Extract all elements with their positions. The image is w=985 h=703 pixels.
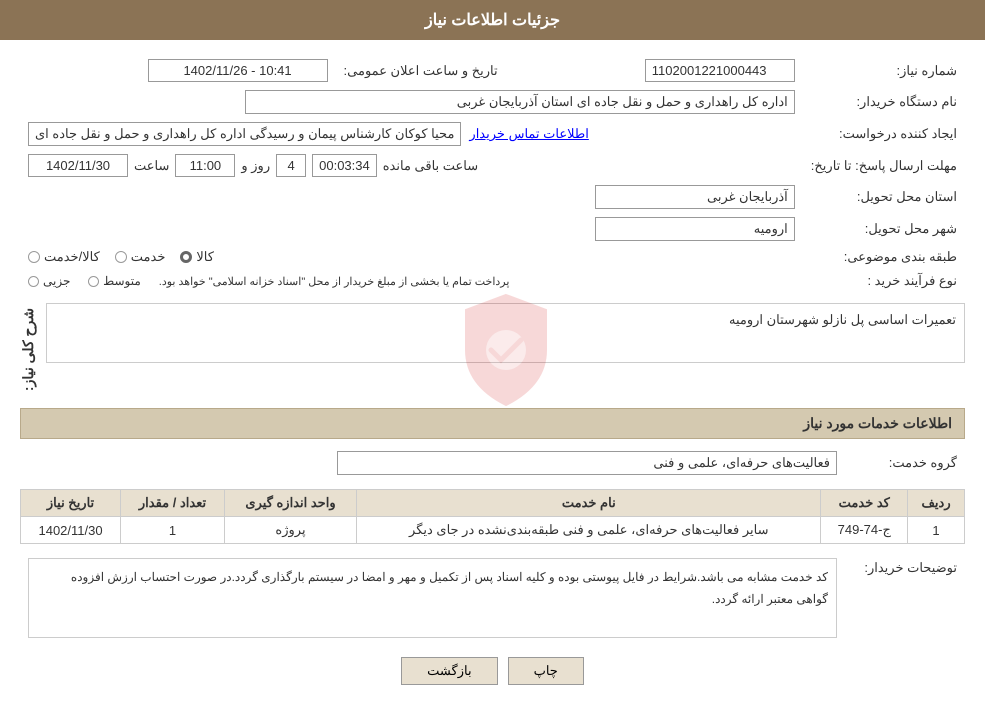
service-group-label: گروه خدمت:	[845, 447, 965, 479]
purchase-note: پرداخت تمام یا بخشی از مبلغ خریدار از مح…	[159, 275, 510, 288]
purchase-type-row: نوع فرآیند خرید : جزیی متوسط پرداخت تمام…	[20, 269, 965, 293]
col-code: کد خدمت	[821, 490, 908, 517]
back-button[interactable]: بازگشت	[401, 657, 497, 685]
creator-label: ایجاد کننده درخواست:	[803, 118, 965, 150]
deadline-time-box: 11:00	[175, 154, 235, 177]
content-area: شماره نیاز: 1102001221000443 تاریخ و ساع…	[0, 40, 985, 700]
category-option-kala: کالا	[180, 249, 214, 265]
services-section-title: اطلاعات خدمات مورد نیاز	[20, 408, 965, 439]
table-row: 1ج-74-749سایر فعالیت‌های حرفه‌ای، علمی و…	[21, 517, 965, 544]
deadline-value: 1402/11/30 ساعت 11:00 روز و 4 00:03:34 س…	[20, 150, 803, 181]
need-number-box: 1102001221000443	[645, 59, 795, 82]
need-number-row: شماره نیاز: 1102001221000443 تاریخ و ساع…	[20, 55, 965, 86]
city-box: ارومیه	[595, 217, 795, 241]
city-value: ارومیه	[20, 213, 803, 245]
province-row: استان محل تحویل: آذربایجان غربی	[20, 181, 965, 213]
table-cell-unit: پروژه	[224, 517, 356, 544]
buyer-notes-value: کد خدمت مشابه می باشد.شرایط در فایل پیوس…	[20, 554, 845, 642]
category-options: کالا/خدمت خدمت کالا	[20, 245, 803, 269]
info-table: شماره نیاز: 1102001221000443 تاریخ و ساع…	[20, 55, 965, 293]
deadline-row: مهلت ارسال پاسخ: تا تاریخ: 1402/11/30 سا…	[20, 150, 965, 181]
city-row: شهر محل تحویل: ارومیه	[20, 213, 965, 245]
services-table-header: ردیف کد خدمت نام خدمت واحد اندازه گیری ت…	[21, 490, 965, 517]
deadline-remaining-label: ساعت باقی مانده	[383, 158, 478, 174]
category-label-kala-khedmat: کالا/خدمت	[44, 249, 100, 265]
deadline-remaining-box: 00:03:34	[312, 154, 377, 177]
table-cell-date: 1402/11/30	[21, 517, 121, 544]
category-radio-group: کالا/خدمت خدمت کالا	[28, 249, 795, 265]
need-number-label: شماره نیاز:	[803, 55, 965, 86]
purchase-type-label: نوع فرآیند خرید :	[803, 269, 965, 293]
category-option-kala-khedmat: کالا/خدمت	[28, 249, 100, 265]
buyer-org-box: اداره کل راهداری و حمل و نقل جاده ای است…	[245, 90, 795, 114]
category-label-kala: کالا	[196, 249, 214, 265]
purchase-type-radio-group: جزیی متوسط	[28, 274, 144, 288]
deadline-time-label: ساعت	[134, 158, 169, 174]
province-value: آذربایجان غربی	[20, 181, 803, 213]
services-table: ردیف کد خدمت نام خدمت واحد اندازه گیری ت…	[20, 489, 965, 544]
col-date: تاریخ نیاز	[21, 490, 121, 517]
radio-khedmat	[115, 251, 127, 263]
service-group-value: فعالیت‌های حرفه‌ای، علمی و فنی	[20, 447, 845, 479]
service-group-box[interactable]: فعالیت‌های حرفه‌ای، علمی و فنی	[337, 451, 837, 475]
purchase-type-motavasset: متوسط	[103, 274, 141, 288]
deadline-days-box: 4	[276, 154, 306, 177]
category-label: طبقه بندی موضوعی:	[803, 245, 965, 269]
announcement-box: 1402/11/26 - 10:41	[148, 59, 328, 82]
buyer-notes-box: کد خدمت مشابه می باشد.شرایط در فایل پیوس…	[28, 558, 837, 638]
table-cell-row: 1	[908, 517, 965, 544]
page-title: جزئیات اطلاعات نیاز	[425, 12, 560, 29]
buyer-notes-row: توضیحات خریدار: کد خدمت مشابه می باشد.شر…	[20, 554, 965, 642]
radio-motavasset	[88, 276, 99, 287]
creator-box: محیا کوکان کارشناس پیمان و رسیدگی اداره …	[28, 122, 461, 146]
services-header-row: ردیف کد خدمت نام خدمت واحد اندازه گیری ت…	[21, 490, 965, 517]
description-content: تعمیرات اساسی پل نازلو شهرستان ارومیه	[46, 303, 965, 363]
category-label-khedmat: خدمت	[131, 249, 166, 265]
table-cell-quantity: 1	[121, 517, 225, 544]
purchase-type-jozee: جزیی	[43, 274, 70, 288]
col-qty: تعداد / مقدار	[121, 490, 225, 517]
buyer-org-label: نام دستگاه خریدار:	[803, 86, 965, 118]
creator-row: ایجاد کننده درخواست: محیا کوکان کارشناس …	[20, 118, 965, 150]
services-table-body: 1ج-74-749سایر فعالیت‌های حرفه‌ای، علمی و…	[21, 517, 965, 544]
service-group-table: گروه خدمت: فعالیت‌های حرفه‌ای، علمی و فن…	[20, 447, 965, 479]
page-header: جزئیات اطلاعات نیاز	[0, 0, 985, 40]
table-cell-code: ج-74-749	[821, 517, 908, 544]
category-row: طبقه بندی موضوعی: کالا/خدمت خدمت	[20, 245, 965, 269]
radio-kala-khedmat	[28, 251, 40, 263]
buyer-org-value: اداره کل راهداری و حمل و نقل جاده ای است…	[20, 86, 803, 118]
province-label: استان محل تحویل:	[803, 181, 965, 213]
need-number-value: 1102001221000443	[536, 55, 803, 86]
page-wrapper: جزئیات اطلاعات نیاز شماره نیاز: 11020012…	[0, 0, 985, 703]
buyer-notes-label: توضیحات خریدار:	[845, 554, 965, 642]
col-row: ردیف	[908, 490, 965, 517]
deadline-label: مهلت ارسال پاسخ: تا تاریخ:	[803, 150, 965, 181]
creator-value: محیا کوکان کارشناس پیمان و رسیدگی اداره …	[20, 118, 803, 150]
radio-kala	[180, 251, 192, 263]
description-box: تعمیرات اساسی پل نازلو شهرستان ارومیه	[46, 303, 965, 363]
print-button[interactable]: چاپ	[508, 657, 584, 685]
announcement-label: تاریخ و ساعت اعلان عمومی:	[336, 55, 506, 86]
province-box: آذربایجان غربی	[595, 185, 795, 209]
buyer-notes-table: توضیحات خریدار: کد خدمت مشابه می باشد.شر…	[20, 554, 965, 642]
col-unit: واحد اندازه گیری	[224, 490, 356, 517]
purchase-type-options: جزیی متوسط پرداخت تمام یا بخشی از مبلغ خ…	[20, 269, 803, 293]
buyer-org-row: نام دستگاه خریدار: اداره کل راهداری و حم…	[20, 86, 965, 118]
buttons-row: چاپ بازگشت	[20, 657, 965, 685]
city-label: شهر محل تحویل:	[803, 213, 965, 245]
deadline-date-box: 1402/11/30	[28, 154, 128, 177]
announcement-value: 1402/11/26 - 10:41	[20, 55, 336, 86]
service-group-row: گروه خدمت: فعالیت‌های حرفه‌ای، علمی و فن…	[20, 447, 965, 479]
table-cell-name: سایر فعالیت‌های حرفه‌ای، علمی و فنی طبقه…	[357, 517, 821, 544]
col-name: نام خدمت	[357, 490, 821, 517]
category-option-khedmat: خدمت	[115, 249, 166, 265]
deadline-days-label: روز و	[241, 158, 270, 174]
description-container: تعمیرات اساسی پل نازلو شهرستان ارومیه	[46, 303, 965, 396]
description-label-vertical: شرح کلی نیاز:	[20, 303, 36, 396]
contact-link[interactable]: اطلاعات تماس خریدار	[469, 126, 588, 142]
radio-jozee	[28, 276, 39, 287]
description-section: تعمیرات اساسی پل نازلو شهرستان ارومیه شر…	[20, 303, 965, 396]
